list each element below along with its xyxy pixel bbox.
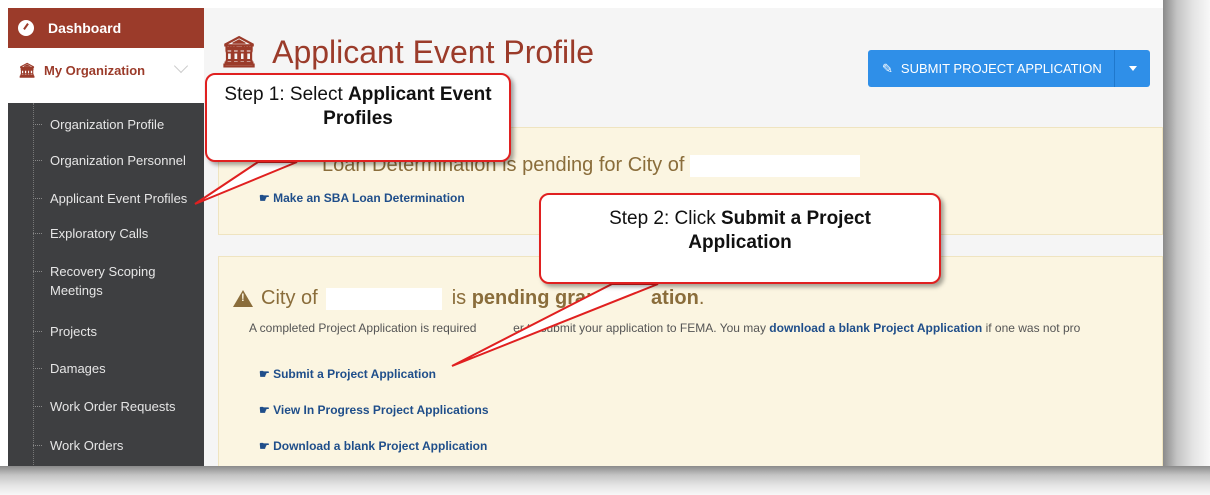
- pending-grant-description: A completed Project Application is requi…: [249, 321, 1081, 335]
- shadow-right: [1163, 0, 1210, 495]
- bank-icon: 🏛: [18, 61, 36, 78]
- pencil-icon: ✎: [882, 60, 893, 76]
- hand-pointer-icon: ☛: [259, 403, 274, 417]
- sidebar-item-exploratory-calls[interactable]: Exploratory Calls: [8, 217, 204, 253]
- chevron-down-icon[interactable]: [173, 58, 189, 74]
- sidebar-item-label: Dashboard: [48, 20, 122, 36]
- redacted-text: [690, 154, 861, 177]
- button-divider: [1114, 50, 1115, 87]
- hand-pointer-icon: ☛: [259, 367, 274, 381]
- sidebar-item-organization-profile[interactable]: Organization Profile: [8, 103, 204, 141]
- sba-loan-link[interactable]: ☛ Make an SBA Loan Determination: [259, 191, 465, 205]
- sidebar-item-organization-personnel[interactable]: Organization Personnel: [8, 141, 204, 179]
- sidebar-item-dashboard[interactable]: Dashboard: [8, 8, 204, 48]
- pending-grant-alert: City of is pending grant ation. A comple…: [218, 256, 1163, 466]
- sidebar-submenu: Organization Profile Organization Person…: [8, 103, 204, 460]
- step1-callout: Step 1: Select Applicant Event Profiles: [205, 73, 511, 162]
- sidebar: Dashboard 🏛 My Organization Organization…: [8, 8, 204, 466]
- sidebar-item-recovery-scoping-meetings[interactable]: Recovery Scoping Meetings: [8, 253, 204, 317]
- sidebar-item-applicant-event-profiles[interactable]: Applicant Event Profiles: [8, 179, 204, 217]
- step2-callout: Step 2: Click Submit a Project Applicati…: [539, 193, 941, 284]
- view-in-progress-link[interactable]: ☛ View In Progress Project Applications: [259, 403, 489, 417]
- download-blank-link[interactable]: ☛ Download a blank Project Application: [259, 439, 487, 453]
- dashboard-icon: [18, 20, 34, 36]
- shadow-bottom: [0, 466, 1210, 495]
- warning-icon: [233, 290, 253, 307]
- hand-pointer-icon: ☛: [259, 191, 274, 205]
- hand-pointer-icon: ☛: [259, 439, 274, 453]
- page-title: 🏛 Applicant Event Profile: [220, 34, 595, 70]
- sidebar-item-work-orders[interactable]: Work Orders: [8, 430, 204, 460]
- sidebar-item-my-organization[interactable]: 🏛 My Organization: [8, 48, 204, 92]
- redacted-text: [325, 287, 442, 310]
- sidebar-item-damages[interactable]: Damages: [8, 354, 204, 392]
- sidebar-item-work-order-requests[interactable]: Work Order Requests: [8, 392, 204, 430]
- bank-icon: 🏛: [220, 36, 259, 69]
- download-blank-link-inline[interactable]: download a blank Project Application: [769, 321, 982, 335]
- sidebar-item-label: My Organization: [44, 62, 146, 78]
- caret-down-icon[interactable]: [1129, 66, 1137, 71]
- submit-project-application-link[interactable]: ☛ Submit a Project Application: [259, 367, 436, 381]
- pending-grant-message: City of is pending grant ation.: [233, 287, 704, 310]
- submit-project-application-button[interactable]: ✎ SUBMIT PROJECT APPLICATION: [868, 50, 1150, 87]
- sidebar-item-projects[interactable]: Projects: [8, 317, 204, 354]
